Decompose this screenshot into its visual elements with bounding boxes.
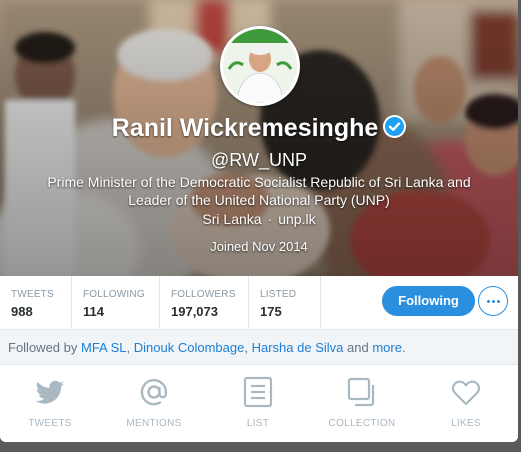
stat-following[interactable]: FOLLOWING 114 bbox=[72, 276, 160, 329]
profile-meta: Sri Lanka · unp.lk bbox=[0, 211, 518, 227]
stat-followers[interactable]: FOLLOWERS 197,073 bbox=[160, 276, 249, 329]
stat-label: LISTED bbox=[260, 289, 297, 300]
stat-listed[interactable]: LISTED 175 bbox=[249, 276, 321, 329]
profile-website-link[interactable]: unp.lk bbox=[278, 211, 315, 227]
profile-handle: @RW_UNP bbox=[211, 150, 307, 170]
avatar-image bbox=[223, 29, 297, 103]
followed-by-prefix: Followed by bbox=[8, 340, 78, 355]
following-button[interactable]: Following bbox=[382, 286, 475, 316]
tab-label: LIST bbox=[246, 418, 270, 429]
tab-label: MENTIONS bbox=[126, 418, 182, 429]
stat-value: 175 bbox=[260, 304, 282, 319]
tab-label: TWEETS bbox=[28, 418, 72, 429]
stat-value: 988 bbox=[11, 304, 33, 319]
stat-label: TWEETS bbox=[11, 289, 54, 300]
profile-header: Ranil Wickremesinghe @RW_UNP Prime Minis… bbox=[0, 0, 518, 276]
followed-by-bar: Followed by MFA SL, Dinouk Colombage, Ha… bbox=[0, 330, 518, 365]
tab-collection[interactable]: COLLECTION bbox=[312, 366, 412, 442]
tab-label: COLLECTION bbox=[328, 418, 396, 429]
followed-by-link[interactable]: MFA SL bbox=[81, 340, 127, 355]
followed-by-end: . bbox=[401, 340, 406, 355]
followed-by-link[interactable]: Harsha de Silva bbox=[252, 340, 344, 355]
list-icon bbox=[243, 376, 273, 408]
followed-by-separator: , bbox=[126, 340, 131, 355]
bird-icon bbox=[35, 380, 64, 404]
followed-by-separator: , bbox=[244, 340, 248, 355]
collection-icon bbox=[347, 377, 375, 407]
profile-name: Ranil Wickremesinghe bbox=[111, 114, 379, 142]
stat-label: FOLLOWERS bbox=[171, 289, 236, 300]
stat-value: 114 bbox=[83, 304, 104, 319]
verified-badge-icon bbox=[383, 115, 407, 138]
profile-avatar[interactable] bbox=[220, 26, 300, 106]
tab-mentions[interactable]: MENTIONS bbox=[104, 366, 204, 442]
meta-separator: · bbox=[267, 211, 273, 227]
profile-location: Sri Lanka bbox=[202, 211, 262, 227]
tab-likes[interactable]: LIKES bbox=[416, 366, 516, 442]
followed-by-and: and bbox=[347, 340, 369, 355]
profile-bio: Prime Minister of the Democratic Sociali… bbox=[47, 174, 471, 208]
profile-name-row: Ranil Wickremesinghe bbox=[0, 114, 518, 143]
followed-by-more-link[interactable]: more bbox=[372, 340, 402, 355]
profile-tabs: TWEETS MENTIONS LIST COLLECTION LIKES bbox=[0, 366, 518, 442]
stat-label: FOLLOWING bbox=[83, 289, 145, 300]
heart-icon bbox=[452, 380, 480, 406]
stat-value: 197,073 bbox=[171, 304, 218, 319]
tab-label: LIKES bbox=[451, 418, 481, 429]
tab-tweets[interactable]: TWEETS bbox=[0, 366, 100, 442]
followed-by-link[interactable]: Dinouk Colombage bbox=[134, 340, 245, 355]
profile-card: Ranil Wickremesinghe @RW_UNP Prime Minis… bbox=[0, 0, 518, 442]
ellipsis-icon[interactable] bbox=[478, 286, 508, 316]
tab-list[interactable]: LIST bbox=[208, 366, 308, 442]
profile-joined-date: Joined Nov 2014 bbox=[210, 239, 308, 254]
at-icon bbox=[140, 379, 168, 406]
stat-tweets[interactable]: TWEETS 988 bbox=[0, 276, 72, 329]
